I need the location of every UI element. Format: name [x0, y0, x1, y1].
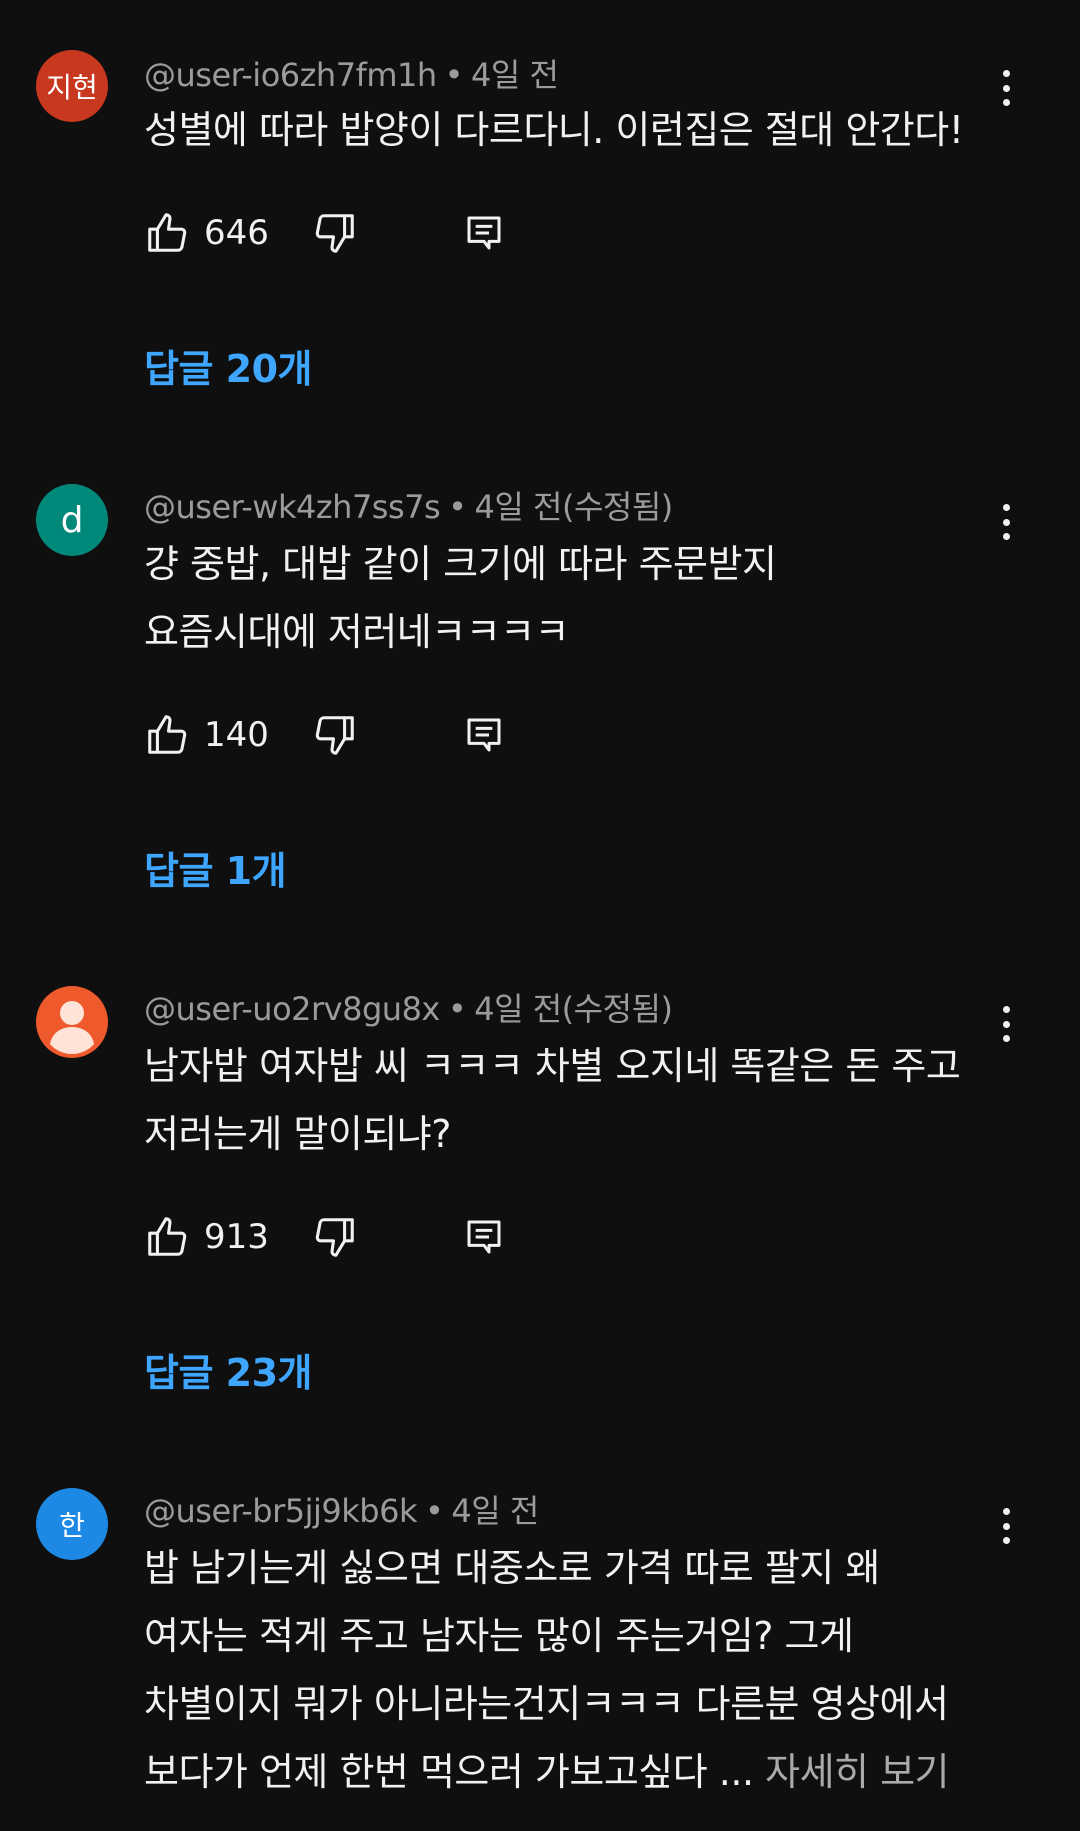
- edited-label: (수정됨): [561, 990, 673, 1028]
- edited-label: (수정됨): [561, 488, 673, 526]
- reply-icon: [467, 216, 501, 250]
- default-user-icon: [50, 1001, 94, 1054]
- thumbs-up-icon: [148, 1217, 187, 1256]
- comment-line: 요즘시대에 저러네ㅋㅋㅋㅋ: [144, 610, 570, 654]
- avatar[interactable]: 한: [36, 1488, 108, 1560]
- read-more-link[interactable]: 자세히 보기: [765, 1750, 949, 1794]
- reply-icon: [467, 1220, 501, 1254]
- author-handle[interactable]: @user-br5jj9kb6k: [144, 1492, 418, 1530]
- thumbs-up-icon: [148, 715, 187, 754]
- comment-time: 4일 전: [471, 56, 559, 94]
- reply-button[interactable]: [464, 714, 504, 760]
- comment-line: 남자밥 여자밥 씨 ㅋㅋㅋ 차별 오지네 똑같은 돈 주고: [144, 1044, 961, 1088]
- comment-time: 4일 전: [474, 488, 563, 526]
- like-button[interactable]: 913: [144, 1212, 269, 1262]
- comment-meta: @user-io6zh7fm1h • 4일 전: [144, 50, 559, 96]
- comment-line-text: 보다가 언제 한번 먹으러 가보고싶다 ...: [144, 1750, 766, 1794]
- dislike-button[interactable]: [312, 1214, 358, 1264]
- thumbs-down-icon: [315, 214, 354, 253]
- comment-meta: @user-br5jj9kb6k • 4일 전: [144, 1486, 539, 1532]
- view-replies-link[interactable]: 답글 1개: [144, 840, 287, 895]
- meta-separator: •: [448, 488, 467, 526]
- reply-button[interactable]: [464, 212, 504, 258]
- comment-text: 걍 중밥, 대밥 같이 크기에 따라 주문받지 요즘시대에 저러네ㅋㅋㅋㅋ: [144, 530, 1014, 666]
- meta-separator: •: [444, 56, 464, 94]
- avatar[interactable]: [36, 986, 108, 1058]
- avatar[interactable]: 지현: [36, 50, 108, 122]
- like-count: 646: [204, 213, 269, 253]
- comment-time: 4일 전: [451, 1492, 539, 1530]
- comment-line: 밥 남기는게 싫으면 대중소로 가격 따로 팔지 왜: [144, 1546, 880, 1590]
- comment-actions: 646: [144, 208, 544, 258]
- reply-icon: [467, 718, 501, 752]
- comment-text: 성별에 따라 밥양이 다르다니. 이런집은 절대 안간다!: [144, 96, 1014, 164]
- comment-line: 보다가 언제 한번 먹으러 가보고싶다 ... 자세히 보기: [144, 1738, 1014, 1806]
- thumbs-down-icon: [315, 716, 354, 755]
- comment-text: 밥 남기는게 싫으면 대중소로 가격 따로 팔지 왜 여자는 적게 주고 남자는…: [144, 1534, 1014, 1806]
- avatar-initials: d: [60, 499, 84, 541]
- comment-meta: @user-uo2rv8gu8x • 4일 전(수정됨): [144, 984, 673, 1030]
- author-handle[interactable]: @user-uo2rv8gu8x: [144, 990, 440, 1028]
- like-button[interactable]: 140: [144, 710, 269, 760]
- meta-separator: •: [447, 990, 467, 1028]
- author-handle[interactable]: @user-wk4zh7ss7s: [144, 488, 441, 526]
- like-count: 140: [204, 715, 269, 755]
- comment-line: 차별이지 뭐가 아니라는건지ㅋㅋㅋ 다른분 영상에서: [144, 1682, 949, 1726]
- view-replies-link[interactable]: 답글 23개: [144, 1342, 313, 1397]
- thumbs-down-icon: [315, 1218, 354, 1257]
- view-replies-link[interactable]: 답글 20개: [144, 338, 313, 393]
- avatar[interactable]: d: [36, 484, 108, 556]
- comment-line: 걍 중밥, 대밥 같이 크기에 따라 주문받지: [144, 542, 777, 586]
- dislike-button[interactable]: [312, 210, 358, 260]
- avatar-initials: 지현: [46, 71, 98, 104]
- author-handle[interactable]: @user-io6zh7fm1h: [144, 56, 437, 94]
- comment-time: 4일 전: [474, 990, 562, 1028]
- comment-line: 성별에 따라 밥양이 다르다니. 이런집은 절대 안간다!: [144, 108, 964, 152]
- comment-actions: 140: [144, 710, 544, 760]
- like-button[interactable]: 646: [144, 208, 269, 258]
- meta-separator: •: [425, 1492, 444, 1530]
- comment-meta: @user-wk4zh7ss7s • 4일 전(수정됨): [144, 482, 673, 528]
- comment-actions: 913: [144, 1212, 544, 1262]
- comment-text: 남자밥 여자밥 씨 ㅋㅋㅋ 차별 오지네 똑같은 돈 주고 저러는게 말이되냐?: [144, 1032, 1014, 1168]
- comment-line: 저러는게 말이되냐?: [144, 1112, 451, 1156]
- comment-line: 여자는 적게 주고 남자는 많이 주는거임? 그게: [144, 1614, 854, 1658]
- like-count: 913: [204, 1217, 269, 1257]
- dislike-button[interactable]: [312, 712, 358, 762]
- avatar-initials: 한: [59, 1509, 85, 1542]
- reply-button[interactable]: [464, 1216, 504, 1262]
- thumbs-up-icon: [148, 213, 187, 252]
